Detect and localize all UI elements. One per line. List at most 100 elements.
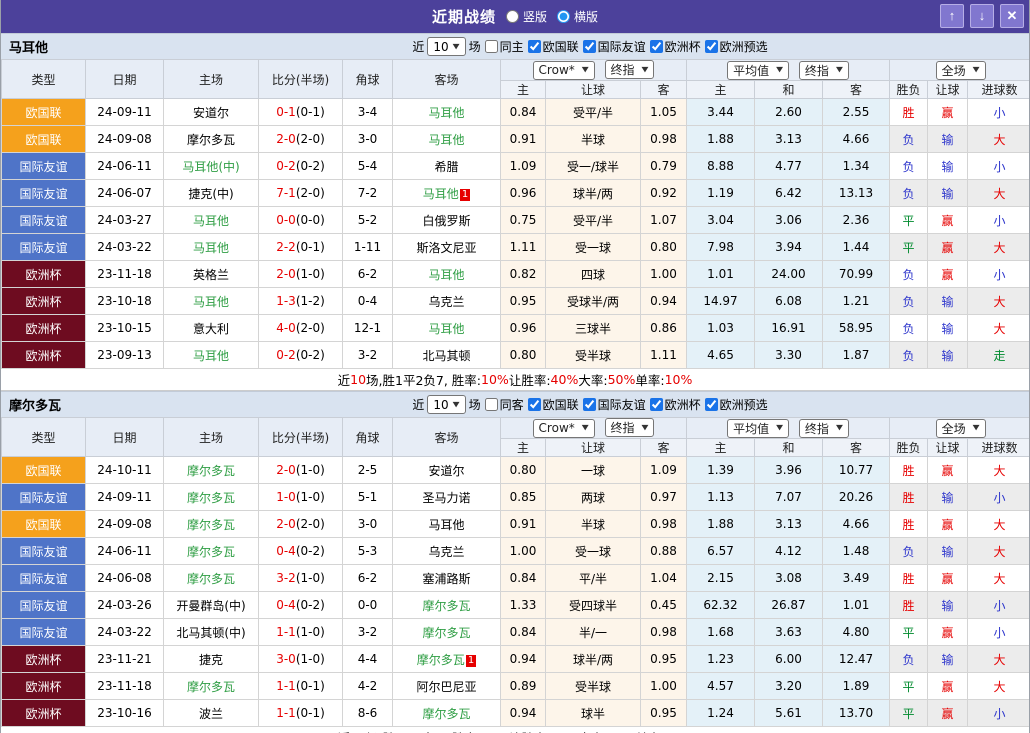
date-cell: 23-09-13 [85, 341, 164, 369]
scope-select[interactable]: 全场 ▼ [935, 418, 986, 438]
avg-draw-cell: 3.06 [754, 206, 823, 234]
close-button[interactable]: ✕ [1000, 4, 1024, 28]
odds-away-cell: 0.80 [640, 233, 687, 261]
handicap-cell: 受平/半 [545, 206, 641, 234]
average-time-select[interactable]: 终指 ▼ [798, 60, 849, 80]
euro-checkbox[interactable] [649, 398, 663, 411]
league-filter-euro-qualifier[interactable]: 欧洲预选 [704, 396, 768, 413]
vertical-layout-radio[interactable] [505, 10, 519, 23]
league-filter-euro[interactable]: 欧洲杯 [649, 38, 701, 55]
same-side-checkbox[interactable] [484, 398, 498, 411]
move-down-button[interactable]: ↓ [970, 4, 994, 28]
fulltime-score: 0-1 [276, 105, 296, 119]
date-cell: 23-10-18 [85, 287, 164, 315]
horizontal-layout-radio[interactable] [557, 10, 570, 23]
odds-time-select[interactable]: 终指 ▼ [604, 418, 655, 438]
euro-checkbox[interactable] [649, 40, 663, 53]
same-side-checkbox[interactable] [484, 40, 498, 53]
match-row: 欧国联 24-09-08 摩尔多瓦 2-0(2-0) 3-0 马耳他 0.91 半球 0.98 1… [1, 125, 1029, 153]
sub-col-avg-draw: 和 [754, 438, 823, 457]
corner-cell: 5-2 [342, 206, 393, 234]
league-filter-euro-qualifier[interactable]: 欧洲预选 [704, 38, 768, 55]
chevron-down-icon: ▼ [452, 400, 460, 409]
summary-text: 近 [338, 728, 351, 733]
league-cell: 欧国联 [1, 456, 86, 484]
home-team-cell: 马耳他 [163, 206, 259, 234]
league-filter-friendly[interactable]: 国际友谊 [582, 396, 646, 413]
odds-away-cell: 1.00 [640, 672, 687, 700]
avg-draw-cell: 3.63 [754, 618, 823, 646]
chevron-down-icon: ▼ [581, 66, 589, 75]
layout-option-horizontal[interactable]: 横版 [557, 8, 598, 25]
avg-home-cell: 1.68 [686, 618, 755, 646]
odds-home-cell: 0.85 [500, 483, 546, 511]
same-side-checkbox-label[interactable]: 同客 [484, 396, 524, 413]
halftime-score: (0-1) [295, 105, 325, 119]
away-team-cell: 摩尔多瓦 [392, 699, 501, 727]
date-cell: 24-06-11 [85, 152, 164, 180]
friendly-checkbox[interactable] [582, 40, 596, 53]
league-filter-nations-league[interactable]: 欧国联 [527, 396, 579, 413]
match-row: 欧国联 24-09-11 安道尔 0-1(0-1) 3-4 马耳他 0.84 受平/半 1.05… [1, 98, 1029, 126]
fulltime-score: 1-1 [276, 679, 296, 693]
handicap-result-cell: 输 [927, 314, 969, 342]
avg-away-cell: 1.48 [821, 537, 891, 565]
nations-league-checkbox[interactable] [527, 40, 541, 53]
league-filter-friendly[interactable]: 国际友谊 [582, 38, 646, 55]
away-team-cell: 阿尔巴尼亚 [392, 672, 501, 700]
handicap-result-cell: 赢 [927, 564, 969, 592]
odds-time-select[interactable]: 终指 ▼ [604, 60, 655, 80]
col-corner: 角球 [342, 59, 393, 99]
home-team-cell: 马耳他 [163, 287, 259, 315]
scope-select[interactable]: 全场 ▼ [935, 60, 986, 80]
home-team-cell: 摩尔多瓦 [163, 483, 259, 511]
header-group-row: 类型 日期 主场 比分(半场) 角球 客场 Crow* ▼ 终指 ▼ 平均值 ▼ 终指… [1, 417, 1029, 457]
games-count-select[interactable]: 10 ▼ [427, 37, 466, 56]
league-filter-euro[interactable]: 欧洲杯 [649, 396, 701, 413]
corner-cell: 4-2 [342, 672, 393, 700]
away-team-name: 马耳他 [428, 105, 465, 120]
window-title: 近期战绩 [431, 8, 496, 26]
odds-home-cell: 0.96 [500, 314, 546, 342]
move-up-button[interactable]: ↑ [940, 4, 964, 28]
score-cell: 2-0(1-0) [258, 260, 343, 288]
match-row: 欧洲杯 23-09-13 马耳他 0-2(0-2) 3-2 北马其顿 0.80 受半球 1.11… [1, 341, 1029, 369]
average-time-select[interactable]: 终指 ▼ [798, 418, 849, 438]
nations-league-checkbox[interactable] [527, 398, 541, 411]
halftime-score: (2-0) [295, 517, 325, 531]
average-select[interactable]: 平均值 ▼ [727, 60, 790, 80]
odds-home-cell: 0.91 [500, 510, 546, 538]
layout-option-vertical[interactable]: 竖版 [505, 8, 547, 25]
halftime-score: (1-0) [295, 463, 325, 477]
home-team-cell: 英格兰 [163, 260, 259, 288]
score-cell: 0-1(0-1) [258, 98, 343, 126]
friendly-checkbox[interactable] [582, 398, 596, 411]
odds-source-select[interactable]: Crow* ▼ [532, 418, 595, 438]
home-team-cell: 摩尔多瓦 [163, 537, 259, 565]
away-team-cell: 马耳他 [392, 510, 501, 538]
avg-home-cell: 3.04 [686, 206, 755, 234]
score-cell: 1-0(1-0) [258, 483, 343, 511]
league-cell: 欧国联 [1, 125, 86, 153]
avg-draw-cell: 16.91 [754, 314, 823, 342]
avg-home-cell: 1.88 [686, 510, 755, 538]
away-team-cell: 乌克兰 [392, 537, 501, 565]
home-team-cell: 波兰 [163, 699, 259, 727]
games-count-select[interactable]: 10 ▼ [427, 395, 466, 414]
sub-col-handicap: 让球 [545, 80, 641, 99]
away-team-name: 马耳他 [428, 132, 465, 147]
same-side-checkbox-label[interactable]: 同主 [484, 38, 524, 55]
euro-qualifier-checkbox[interactable] [704, 398, 718, 411]
euro-qualifier-checkbox[interactable] [704, 40, 718, 53]
avg-draw-cell: 3.94 [754, 233, 823, 261]
score-cell: 4-0(2-0) [258, 314, 343, 342]
nations-league-label: 欧国联 [542, 398, 579, 412]
average-select[interactable]: 平均值 ▼ [727, 418, 790, 438]
handicap-cell: 受半球 [545, 341, 641, 369]
games-count-value: 10 [433, 397, 449, 412]
league-filter-nations-league[interactable]: 欧国联 [527, 38, 579, 55]
scope-value: 全场 [941, 63, 966, 78]
odds-away-cell: 0.98 [640, 618, 687, 646]
match-row: 国际友谊 24-06-08 摩尔多瓦 3-2(1-0) 6-2 塞浦路斯 0.84 平/半 1.… [1, 564, 1029, 592]
odds-source-select[interactable]: Crow* ▼ [532, 60, 595, 80]
